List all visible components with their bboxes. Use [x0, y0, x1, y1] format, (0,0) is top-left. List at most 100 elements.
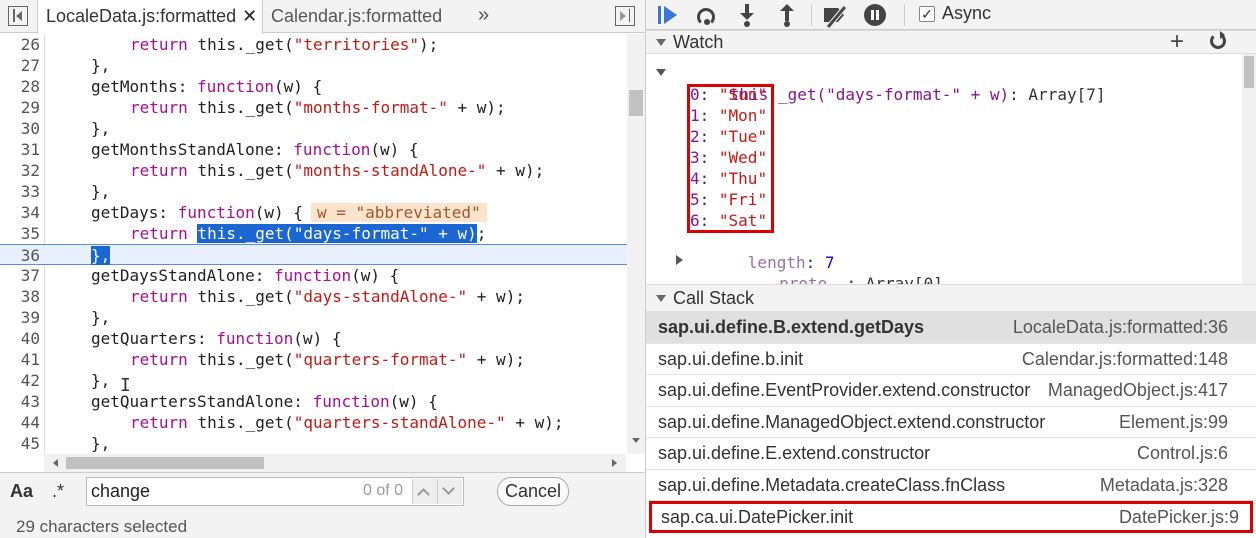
code-token: },	[91, 119, 111, 138]
line-number[interactable]: 34	[0, 202, 40, 223]
frame-location[interactable]: LocaleData.js:formatted:36	[1013, 317, 1228, 338]
previous-match-button[interactable]	[412, 479, 437, 504]
line-number[interactable]: 40	[0, 328, 40, 349]
code-line[interactable]: 29 return this._get("months-format-" + w)…	[0, 97, 627, 118]
code-line[interactable]: 35 return this._get("days-format-" + w);	[0, 223, 627, 244]
frame-location[interactable]: Metadata.js:328	[1100, 475, 1228, 496]
code-line[interactable]: 34 getDays: function(w) {w = "abbreviated…	[0, 202, 627, 223]
call-frame[interactable]: sap.ui.define.Metadata.createClass.fnCla…	[646, 470, 1256, 501]
line-number[interactable]: 39	[0, 307, 40, 328]
frame-location[interactable]: ManagedObject.js:417	[1048, 380, 1228, 401]
tab-localedata[interactable]: LocaleData.js:formatted ✕	[37, 0, 263, 34]
match-case-button[interactable]: Aa	[10, 481, 33, 502]
line-number[interactable]: 38	[0, 286, 40, 307]
code-line[interactable]: 26 return this._get("territories");	[0, 34, 627, 55]
code-line[interactable]: 39},	[0, 307, 627, 328]
scrollbar-thumb[interactable]	[66, 457, 264, 469]
proto-row[interactable]: __proto__: Array[0]	[702, 252, 943, 293]
code-line[interactable]: 32 return this._get("months-standAlone-" …	[0, 160, 627, 181]
code-line[interactable]: 44 return this._get("quarters-standAlone-…	[0, 412, 627, 433]
frame-location[interactable]: Calendar.js:formatted:148	[1022, 349, 1228, 370]
code-text: getDaysStandAlone: function(w) {	[91, 265, 399, 286]
code-line[interactable]: 43 getQuartersStandAlone: function(w) {	[0, 391, 627, 412]
cancel-button[interactable]: Cancel	[497, 477, 569, 506]
frame-location[interactable]: DatePicker.js:9	[1119, 507, 1239, 528]
expand-arrow-icon[interactable]	[676, 255, 683, 265]
code-line[interactable]: 28 getMonths: function(w) {	[0, 76, 627, 97]
call-frame[interactable]: sap.ui.define.E.extend.constructor Contro…	[646, 438, 1256, 470]
scrollbar-thumb[interactable]	[629, 90, 643, 116]
line-number[interactable]: 41	[0, 349, 40, 370]
scroll-left-icon[interactable]	[53, 459, 58, 467]
editor-horizontal-scrollbar[interactable]	[44, 454, 626, 472]
frame-function: sap.ui.define.ManagedObject.extend.const…	[658, 411, 1046, 432]
call-frame[interactable]: sap.ui.define.ManagedObject.extend.const…	[646, 407, 1256, 438]
code-line[interactable]: 40 getQuarters: function(w) {	[0, 328, 627, 349]
deactivate-breakpoints-icon[interactable]	[824, 4, 848, 30]
scroll-right-icon[interactable]	[612, 459, 617, 467]
regex-button[interactable]: .*	[52, 481, 64, 502]
call-frame[interactable]: sap.ui.define.b.init Calendar.js:formatte…	[646, 344, 1256, 375]
line-number[interactable]: 30	[0, 118, 40, 139]
async-checkbox[interactable]: ✓	[919, 6, 935, 22]
expand-arrow-icon[interactable]	[656, 69, 666, 76]
add-watch-icon[interactable]: +	[1170, 30, 1184, 54]
search-input[interactable]	[91, 481, 351, 502]
refresh-icon[interactable]	[1210, 31, 1226, 49]
code-editor[interactable]: 26 return this._get("territories"); 27}, 28…	[0, 34, 627, 454]
code-line[interactable]: 33},	[0, 181, 627, 202]
line-number[interactable]: 31	[0, 139, 40, 160]
code-line[interactable]: 37 getDaysStandAlone: function(w) {	[0, 265, 627, 286]
line-number[interactable]: 33	[0, 181, 40, 202]
call-frame[interactable]: sap.ca.ui.DatePicker.init DatePicker.js:9	[649, 501, 1253, 533]
code-token: getQuarters:	[91, 329, 217, 348]
code-line[interactable]: 42},	[0, 370, 627, 391]
line-number[interactable]: 43	[0, 391, 40, 412]
code-line[interactable]: 30},	[0, 118, 627, 139]
code-line[interactable]: 27},	[0, 55, 627, 76]
pause-on-exceptions-icon[interactable]	[864, 4, 886, 26]
more-tabs-icon[interactable]: »	[478, 0, 489, 31]
line-number[interactable]: 26	[0, 34, 40, 55]
frame-location[interactable]: Control.js:6	[1137, 443, 1228, 464]
resume-icon[interactable]	[658, 4, 680, 26]
step-over-icon[interactable]	[696, 4, 718, 26]
line-number[interactable]: 27	[0, 55, 40, 76]
tab-calendar[interactable]: Calendar.js:formatted	[263, 0, 463, 33]
line-number[interactable]: 28	[0, 76, 40, 97]
close-icon[interactable]: ✕	[242, 6, 257, 26]
line-number[interactable]: 44	[0, 412, 40, 433]
watch-scrollbar[interactable]	[1242, 54, 1256, 284]
scrollbar-thumb[interactable]	[1244, 56, 1254, 88]
code-line[interactable]: 45},	[0, 433, 627, 454]
code-line[interactable]: 38 return this._get("days-standAlone-" + …	[0, 286, 627, 307]
next-match-button[interactable]	[437, 479, 462, 504]
line-number[interactable]: 37	[0, 265, 40, 286]
code-line[interactable]: 31 getMonthsStandAlone: function(w) {	[0, 139, 627, 160]
line-number[interactable]: 32	[0, 160, 40, 181]
step-out-icon[interactable]	[776, 4, 798, 27]
code-token: function	[216, 329, 294, 348]
frame-location[interactable]: Element.js:99	[1119, 412, 1228, 433]
navigator-toggle-icon[interactable]	[8, 6, 28, 26]
scroll-down-icon[interactable]	[632, 438, 640, 443]
code-line[interactable]: 36},	[0, 244, 627, 265]
code-line[interactable]: 41 return this._get("quarters-format-" + …	[0, 349, 627, 370]
expand-arrow-icon[interactable]	[656, 295, 666, 302]
step-into-icon[interactable]	[736, 4, 758, 27]
watch-section-header[interactable]: Watch +	[646, 30, 1256, 54]
line-number[interactable]: 36	[0, 245, 40, 266]
expand-arrow-icon[interactable]	[656, 39, 666, 46]
line-number[interactable]: 42	[0, 370, 40, 391]
call-frame[interactable]: sap.ui.define.B.extend.getDays LocaleData…	[646, 312, 1256, 344]
line-number[interactable]: 29	[0, 97, 40, 118]
watch-expression-row[interactable]: this._get("days-format-" + w): Array[7]	[672, 63, 1106, 104]
line-number[interactable]: 45	[0, 433, 40, 454]
debugger-toggle-icon[interactable]	[615, 6, 635, 26]
editor-tab-bar: LocaleData.js:formatted ✕ Calendar.js:for…	[0, 0, 645, 34]
call-stack-section-header[interactable]: Call Stack	[646, 284, 1256, 312]
call-frame[interactable]: sap.ui.define.EventProvider.extend.const…	[646, 375, 1256, 407]
editor-vertical-scrollbar[interactable]	[627, 34, 645, 454]
line-number[interactable]: 35	[0, 223, 40, 244]
async-label[interactable]: Async	[942, 3, 991, 24]
